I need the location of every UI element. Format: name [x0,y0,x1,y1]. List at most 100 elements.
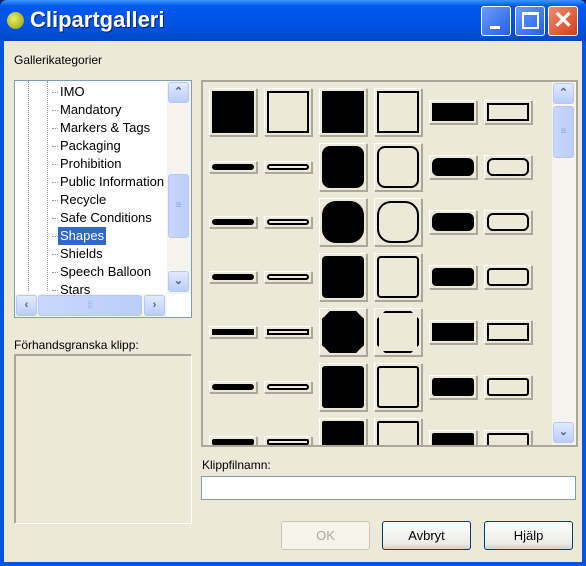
scroll-thumb[interactable]: ≡ [553,106,574,158]
clip-thumbnail[interactable] [373,307,423,357]
scroll-up-button[interactable]: ⌃ [553,83,574,104]
scroll-right-button[interactable]: › [144,295,165,316]
clip-thumbnail[interactable] [483,87,533,137]
clip-thumbnail[interactable] [428,417,478,445]
clip-thumbnail[interactable] [373,417,423,445]
clip-thumbnail[interactable] [483,307,533,357]
clip-gallery[interactable]: ⌃ ≡ ⌄ [201,80,578,447]
category-item[interactable]: IMO [58,83,87,101]
category-item[interactable]: Prohibition [58,155,123,173]
clip-thumbnail[interactable] [318,197,368,247]
thumbnail-frame [484,265,532,289]
category-item[interactable]: Shields [58,245,105,263]
scroll-down-button[interactable]: ⌄ [553,422,574,443]
clip-preview [14,354,192,524]
thumbnail-frame [264,326,312,338]
category-item[interactable]: Shapes [58,227,107,245]
thumbnail-frame [429,430,477,445]
scroll-up-button[interactable]: ⌃ [168,82,189,103]
clip-thumbnail[interactable] [373,362,423,412]
clip-thumbnail[interactable] [483,252,533,302]
thumbnail-frame [484,210,532,234]
category-item[interactable]: Stars [58,281,92,299]
cancel-button[interactable]: Avbryt [382,521,471,550]
clip-thumbnail[interactable] [428,362,478,412]
category-item[interactable]: Mandatory [58,101,123,119]
close-button[interactable]: ✕ [548,6,578,36]
clip-thumbnail[interactable] [208,362,258,412]
thumbnail-frame [374,253,422,301]
clip-thumbnail[interactable] [208,417,258,445]
scroll-thumb[interactable]: ≡ [168,174,189,238]
clip-thumbnail[interactable] [318,252,368,302]
clip-thumbnail[interactable] [208,197,258,247]
clip-thumbnail[interactable] [208,252,258,302]
category-item[interactable]: Speech Balloon [58,263,153,281]
thumbnail-frame [319,88,367,136]
category-item[interactable]: Packaging [58,137,123,155]
minimize-icon [490,26,500,29]
shape-square [212,91,254,133]
thumbnail-frame [484,100,532,124]
category-item[interactable]: Public Information [58,173,166,191]
category-tree[interactable]: ⌃ ≡ ⌄ ‹ ⦙⦙ › IMO Mandatory Markers & Tags P… [14,80,192,318]
category-item[interactable]: Safe Conditions [58,209,154,227]
clip-thumbnail[interactable] [483,197,533,247]
clip-thumbnail[interactable] [263,142,313,192]
clip-thumbnail[interactable] [428,87,478,137]
clip-thumbnail[interactable] [483,142,533,192]
clip-thumbnail[interactable] [263,87,313,137]
category-item[interactable]: Markers & Tags [58,119,152,137]
thumbnail-frame [209,436,257,445]
clip-thumbnail[interactable] [428,142,478,192]
clip-thumbnail[interactable] [318,307,368,357]
category-item[interactable]: Recycle [58,191,108,209]
clip-thumbnail[interactable] [318,87,368,137]
thumbnail-frame [264,216,312,228]
filename-input[interactable] [201,476,576,500]
shape-rounded-large [322,201,364,243]
thumbnail-frame [264,161,312,173]
clip-thumbnail[interactable] [318,417,368,445]
clip-thumbnail[interactable] [208,87,258,137]
shape-rounded-large [487,213,529,231]
clip-thumbnail[interactable] [373,87,423,137]
shape-notched [377,366,419,408]
clip-thumbnail[interactable] [318,142,368,192]
clip-thumbnail[interactable] [373,197,423,247]
clip-thumbnail[interactable] [428,252,478,302]
app-icon [7,12,24,29]
minimize-button[interactable] [481,6,511,36]
clip-thumbnail[interactable] [428,197,478,247]
clip-thumbnail[interactable] [263,362,313,412]
thumbnail-frame [374,363,422,411]
clip-thumbnail[interactable] [483,362,533,412]
ok-button[interactable]: OK [281,521,370,550]
clip-thumbnail[interactable] [263,417,313,445]
thumbnail-frame [319,198,367,246]
clipart-gallery-window: Clipartgalleri ✕ Gallerikategorier ⌃ ≡ ⌄… [0,0,586,566]
clip-thumbnail[interactable] [373,252,423,302]
thumbnail-frame [484,375,532,399]
thumbnail-frame [209,216,257,228]
gallery-vscrollbar[interactable]: ⌃ ≡ ⌄ [552,82,576,445]
maximize-button[interactable] [515,6,545,36]
clip-thumbnail[interactable] [483,417,533,445]
thumbnail-frame [319,308,367,356]
clip-thumbnail[interactable] [373,142,423,192]
help-button[interactable]: Hjälp [484,521,573,550]
clip-thumbnail[interactable] [263,307,313,357]
scroll-left-button[interactable]: ‹ [16,295,37,316]
clip-thumbnail[interactable] [208,307,258,357]
clip-thumbnail[interactable] [263,252,313,302]
shape-rounded-small [377,146,419,188]
clip-thumbnail[interactable] [318,362,368,412]
clip-thumbnail[interactable] [428,307,478,357]
title-bar[interactable]: Clipartgalleri ✕ [0,0,586,41]
scroll-down-button[interactable]: ⌄ [168,271,189,292]
thumbnail-frame [374,198,422,246]
tree-vscrollbar[interactable]: ⌃ ≡ ⌄ [167,81,191,294]
clip-thumbnail[interactable] [208,142,258,192]
clip-thumbnail[interactable] [263,197,313,247]
shape-notched [432,378,474,396]
